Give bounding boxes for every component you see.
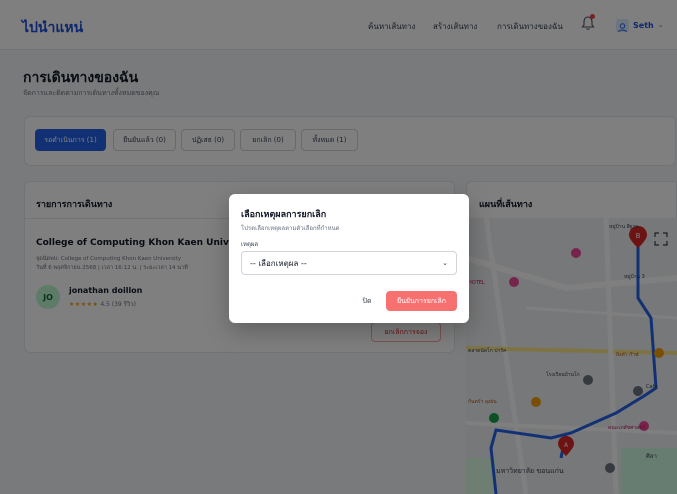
close-button[interactable]: ปิด (353, 291, 381, 311)
reason-select-value: -- เลือกเหตุผล -- (250, 258, 307, 268)
cancel-reason-dialog: เลือกเหตุผลการยกเลิก โปรดเลือกเหตุผลตามต… (229, 194, 469, 323)
reason-label: เหตุผล (241, 241, 259, 248)
dialog-title: เลือกเหตุผลการยกเลิก (241, 210, 327, 220)
reason-select[interactable]: -- เลือกเหตุผล -- ⌄ (241, 251, 457, 275)
chevron-down-icon: ⌄ (442, 259, 448, 267)
confirm-cancel-button[interactable]: ยืนยันการยกเลิก (386, 291, 457, 311)
dialog-subtitle: โปรดเลือกเหตุผลตามตัวเลือกที่กำหนด (241, 225, 340, 232)
